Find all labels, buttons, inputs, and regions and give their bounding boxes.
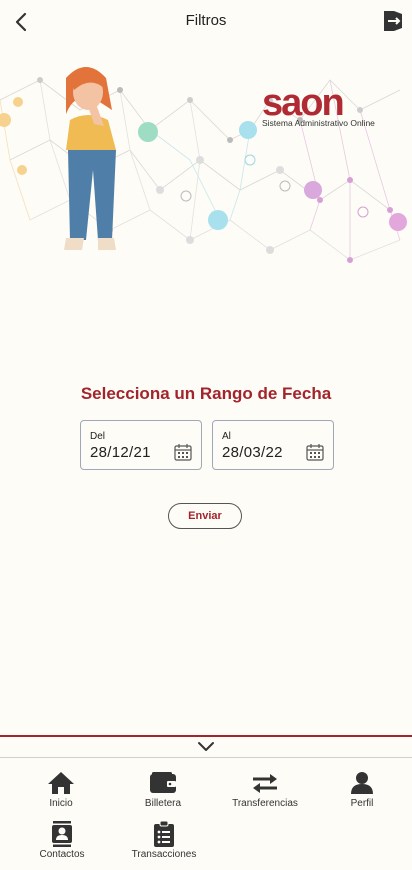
brand-logo: saon Sistema Administrativo Online [262, 82, 375, 128]
nav-label: Transacciones [131, 849, 197, 860]
banner: saon Sistema Administrativo Online [0, 40, 412, 280]
nav-label: Transferencias [232, 798, 298, 809]
contacts-icon [52, 821, 72, 847]
to-date-field[interactable]: Al 28/03/22 [212, 420, 334, 470]
nav-item-inicio[interactable]: Inicio [16, 770, 106, 809]
nav-label: Perfil [350, 798, 374, 809]
clipboard-list-icon [154, 821, 174, 847]
from-date-label: Del [90, 431, 106, 442]
nav-item-contactos[interactable]: Contactos [17, 821, 107, 860]
brand-name: saon [262, 82, 345, 124]
top-bar: Filtros [0, 0, 412, 42]
nav-item-transferencias[interactable]: Transferencias [220, 770, 310, 809]
calendar-icon[interactable] [306, 443, 324, 461]
character-illustration [64, 67, 116, 250]
submit-button[interactable]: Enviar [168, 503, 242, 529]
nav-item-transacciones[interactable]: Transacciones [119, 821, 209, 860]
from-date-value: 28/12/21 [90, 444, 151, 461]
nav-label: Billetera [144, 798, 182, 809]
date-range-title: Selecciona un Rango de Fecha [80, 384, 332, 403]
calendar-icon[interactable] [174, 443, 192, 461]
nav-separator [0, 757, 412, 758]
wallet-icon [150, 772, 176, 793]
to-date-value: 28/03/22 [222, 444, 283, 461]
logout-icon [384, 11, 402, 31]
logout-button[interactable] [380, 8, 406, 34]
from-date-field[interactable]: Del 28/12/21 [80, 420, 202, 470]
nav-divider [0, 735, 412, 737]
page-title: Filtros [185, 12, 227, 29]
to-date-label: Al [222, 431, 231, 442]
home-icon [48, 772, 74, 794]
brand-tagline: Sistema Administrativo Online [262, 118, 375, 128]
chevron-down-icon [198, 742, 214, 751]
nav-item-billetera[interactable]: Billetera [118, 770, 208, 809]
nav-item-perfil[interactable]: Perfil [317, 770, 407, 809]
collapse-nav-button[interactable] [196, 739, 216, 755]
nav-label: Inicio [49, 798, 73, 809]
nav-label: Contactos [39, 849, 85, 860]
user-icon [351, 772, 373, 794]
network-background-illustration [0, 67, 407, 263]
transfer-icon [253, 774, 277, 793]
